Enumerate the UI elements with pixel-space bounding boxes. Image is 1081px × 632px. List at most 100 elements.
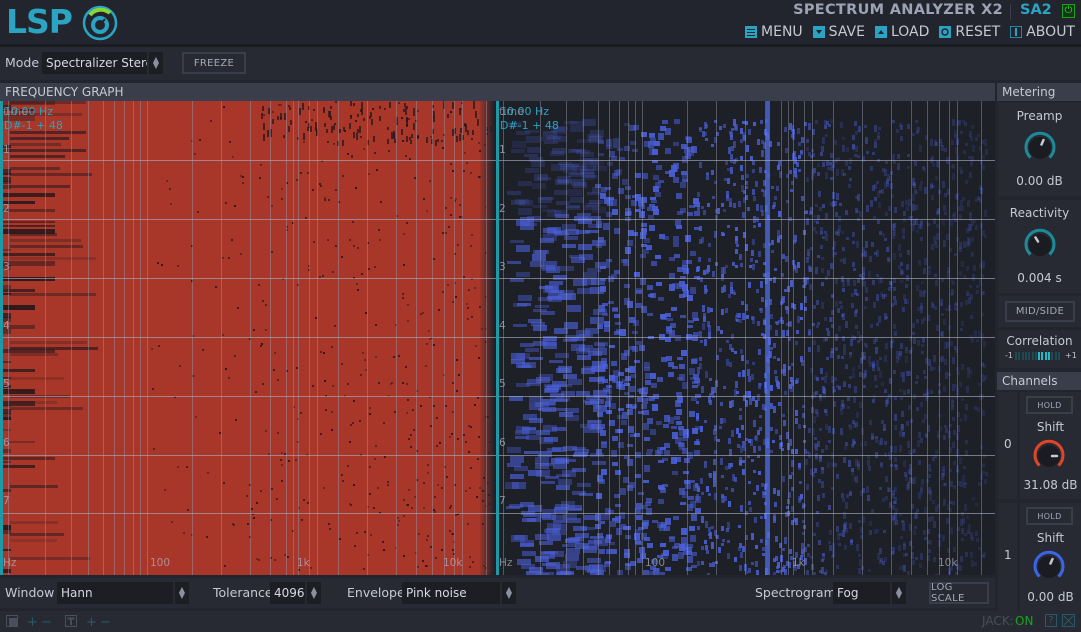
- spectrum-cell: [679, 315, 686, 319]
- correlation-segment: [1051, 352, 1054, 360]
- spectrum-cell: [961, 475, 965, 482]
- load-button[interactable]: LOAD: [874, 24, 929, 40]
- window-select[interactable]: Hann ▲ ▼: [57, 582, 189, 604]
- spectrum-cell: [730, 430, 734, 438]
- reactivity-knob[interactable]: [1022, 227, 1058, 263]
- spectrum-band: [10, 377, 64, 380]
- window-size-icon[interactable]: [6, 615, 18, 627]
- spectrum-cell: [815, 521, 819, 527]
- frequency-cursor[interactable]: [0, 101, 3, 575]
- channel-1-hold-button[interactable]: HOLD: [1026, 507, 1073, 525]
- spectrum-cell: [760, 538, 764, 543]
- spectrum-dot: [464, 489, 467, 492]
- correlation-segment: [1038, 352, 1041, 360]
- frequency-cursor[interactable]: [496, 101, 499, 575]
- mid-side-button[interactable]: MID/SIDE: [1005, 301, 1075, 322]
- log-scale-button[interactable]: LOG SCALE: [929, 582, 989, 604]
- preamp-knob[interactable]: [1022, 130, 1058, 166]
- fullscreen-icon[interactable]: [1062, 614, 1075, 627]
- spectrum-cell: [850, 540, 854, 544]
- spectrum-cell: [599, 548, 606, 554]
- spectrum-dot: [273, 352, 276, 355]
- spectrum-dot: [356, 282, 358, 285]
- zoom-out-icon[interactable]: −: [41, 615, 52, 630]
- envelope-select[interactable]: Pink noise ▲ ▼: [402, 582, 516, 604]
- zoom-in-icon[interactable]: +: [27, 615, 38, 630]
- spectrogram-left[interactable]: 1 2 3 4 5 6 7 Hz 100 1k 10k 10.00 Hz time D#-1 + 48: [0, 101, 495, 575]
- window-value: Hann: [61, 586, 93, 600]
- spectrum-cell: [748, 567, 752, 573]
- spectrum-cell: [698, 363, 702, 370]
- power-icon[interactable]: ⏻: [1062, 4, 1075, 18]
- spectrum-dot: [351, 221, 354, 224]
- spectrum-dot: [335, 244, 337, 247]
- spectrum-cell: [824, 408, 828, 413]
- envelope-label: Envelope: [347, 585, 405, 600]
- spectrum-cell: [797, 462, 801, 467]
- spectrum-cell: [650, 196, 657, 200]
- spectrum-cell: [754, 434, 758, 441]
- reset-button[interactable]: RESET: [939, 24, 1000, 40]
- spectrum-dot: [272, 118, 275, 125]
- spectrum-cell: [567, 537, 582, 545]
- spectrum-cell: [705, 371, 709, 379]
- save-button[interactable]: SAVE: [812, 24, 865, 40]
- spectrum-cell: [905, 346, 909, 353]
- spectrum-dot: [402, 381, 405, 384]
- spectrum-cell: [814, 215, 818, 219]
- spectrum-cell: [920, 485, 924, 492]
- spectrum-cell: [673, 254, 680, 259]
- spectrum-dot: [344, 129, 347, 132]
- spectrum-cell: [856, 293, 860, 297]
- spectrum-cell: [587, 558, 602, 564]
- spectrum-cell: [705, 288, 709, 292]
- spectrogram-right[interactable]: 1 2 3 4 5 6 7 Hz 100 1k 10k 10.00 Hz time D#-1 + 48: [495, 101, 995, 575]
- mode-select[interactable]: Spectralizer Stereo ▲▼: [42, 52, 163, 74]
- menu-button[interactable]: MENU: [745, 24, 803, 40]
- spectrum-cell: [840, 427, 844, 435]
- spectrum-cell: [519, 223, 534, 230]
- channel-0-hold-button[interactable]: HOLD: [1026, 396, 1073, 414]
- spectrum-dot: [360, 136, 363, 139]
- channel-1-shift-knob[interactable]: [1031, 549, 1067, 585]
- spectrum-dot: [384, 107, 387, 110]
- spectrum-cell: [920, 280, 924, 284]
- spectrum-cell: [733, 203, 737, 209]
- spectrum-cell: [658, 297, 664, 302]
- spectrum-cell: [970, 552, 974, 559]
- font-size-icon[interactable]: [65, 615, 77, 627]
- spectrum-dot: [438, 309, 441, 312]
- spectrum-cell: [917, 126, 921, 132]
- correlation-segment: [1015, 352, 1017, 360]
- spectrum-dot: [473, 403, 476, 406]
- spectrum-dot: [419, 404, 422, 407]
- about-button[interactable]: ABOUT: [1010, 24, 1075, 40]
- spectrum-cell: [866, 205, 870, 213]
- spectrum-cell: [919, 401, 923, 407]
- spectrum-cell: [941, 145, 945, 152]
- channel-0-shift-knob[interactable]: [1031, 438, 1067, 474]
- grid-vline: [147, 101, 148, 575]
- spectrogram-select[interactable]: Fog ▲ ▼: [833, 582, 906, 604]
- frequency-graph[interactable]: 1 2 3 4 5 6 7 Hz 100 1k 10k 10.00 Hz time D#-1 + 48 1…: [0, 101, 995, 575]
- spectrum-band: [0, 369, 35, 372]
- spectrum-cell: [628, 345, 635, 350]
- font-decrease-icon[interactable]: −: [100, 615, 111, 630]
- help-icon[interactable]: ?: [1045, 614, 1057, 627]
- tolerance-label: Tolerance: [213, 585, 273, 600]
- spectrum-cell: [820, 480, 824, 488]
- spectrum-cell: [921, 351, 925, 355]
- spectrum-cell: [965, 241, 969, 247]
- grid-vline: [788, 101, 789, 575]
- tolerance-select[interactable]: 4096 ▲ ▼: [270, 582, 321, 604]
- spectrum-cell: [976, 133, 980, 137]
- font-increase-icon[interactable]: +: [86, 615, 97, 630]
- spectrum-cell: [701, 385, 705, 393]
- spectrum-cell: [695, 439, 699, 446]
- spectrum-dot: [223, 565, 226, 568]
- spectrum-cell: [711, 525, 715, 529]
- freeze-button[interactable]: FREEZE: [182, 52, 246, 74]
- spectrum-cell: [929, 468, 933, 472]
- spectrum-cell: [854, 129, 858, 135]
- spectrum-cell: [635, 288, 642, 294]
